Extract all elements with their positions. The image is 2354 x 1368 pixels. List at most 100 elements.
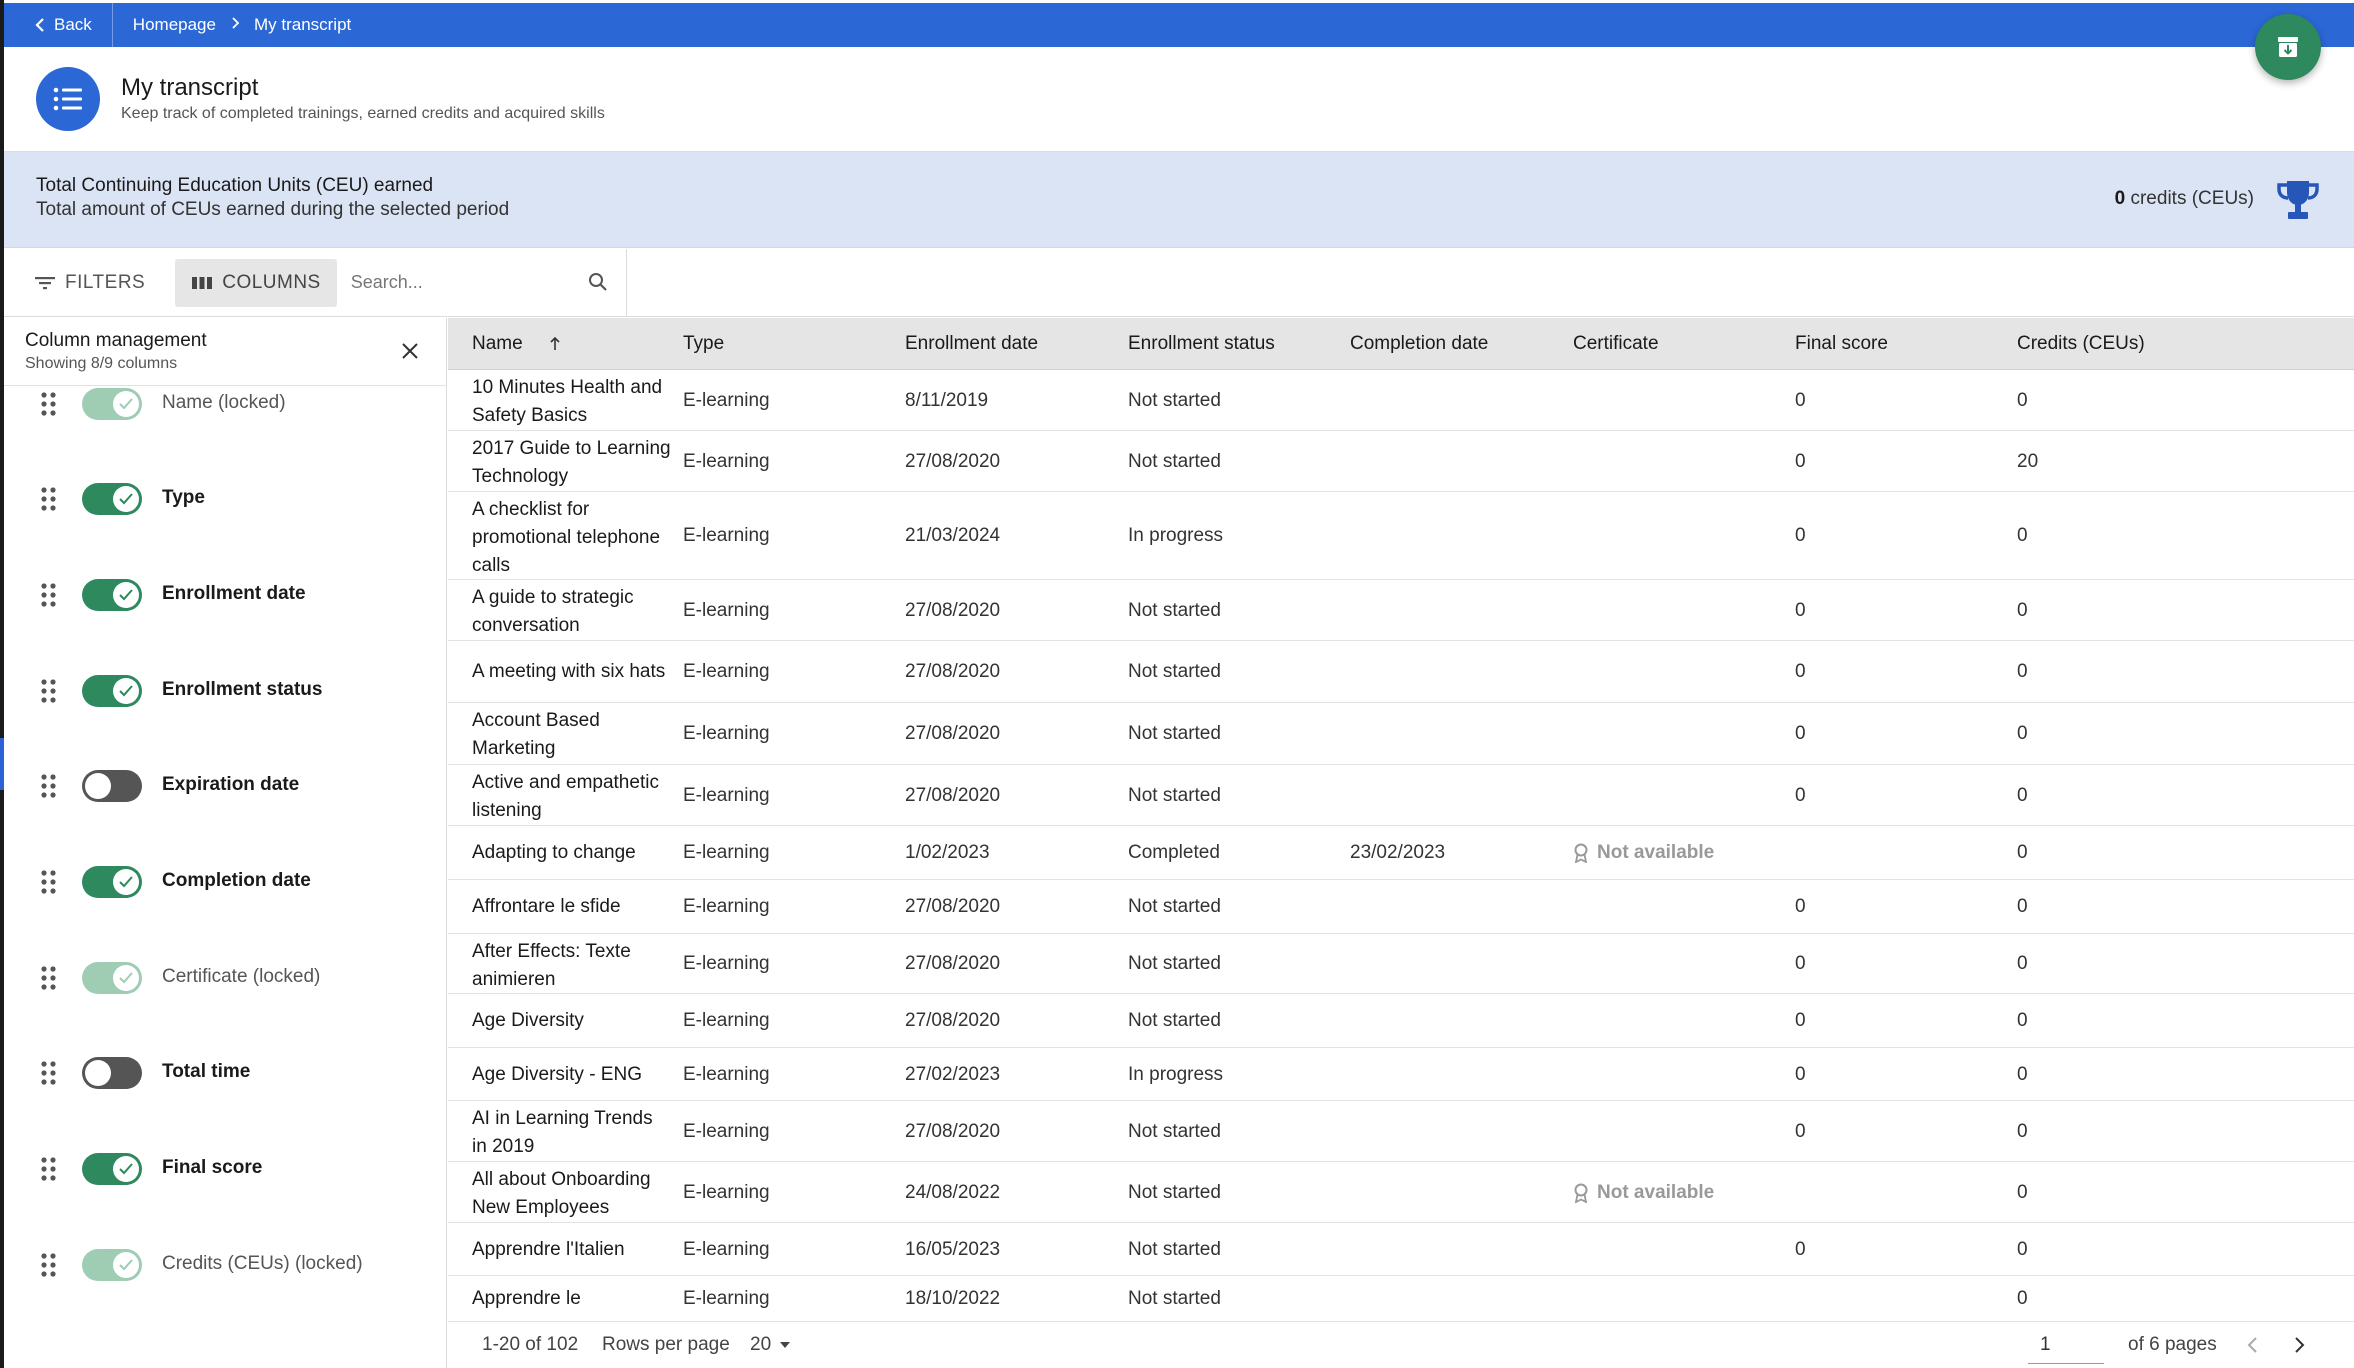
toggle-knob [113,486,139,512]
filters-button[interactable]: FILTERS [18,259,161,307]
table-row[interactable]: AI in Learning Trends in 2019 E-learning 2… [448,1101,2354,1162]
table-row[interactable]: Apprendre l'Italien E-learning 16/05/2023 N… [448,1223,2354,1276]
table-row[interactable]: A checklist for promotional telephone ca… [448,492,2354,580]
column-visibility-toggle[interactable] [82,1153,142,1185]
cell-enrollment-status: Not started [1128,1288,1221,1309]
cell-type: E-learning [683,1010,770,1031]
chevron-left-icon[interactable] [2240,1332,2266,1358]
drag-handle-icon[interactable] [40,1156,58,1182]
drag-handle-icon[interactable] [40,1252,58,1278]
table-row[interactable]: Account Based Marketing E-learning 27/08/2… [448,703,2354,765]
column-header-enrollment-status[interactable]: Enrollment status [1128,333,1275,355]
ceu-total-value: 0 [2114,188,2126,209]
cell-type: E-learning [683,661,770,682]
cell-type: E-learning [683,1064,770,1085]
page-header: My transcript Keep track of completed tr… [4,47,2354,152]
filters-label: FILTERS [65,271,146,293]
cell-final-score: 0 [1795,1121,1806,1142]
table-row[interactable]: Age Diversity - ENG E-learning 27/02/2023 I… [448,1048,2354,1101]
column-visibility-toggle[interactable] [82,579,142,611]
table-row[interactable]: A meeting with six hats E-learning 27/08/2… [448,641,2354,703]
archive-action-button[interactable] [2255,14,2321,80]
toggle-knob [113,391,139,417]
table-row[interactable]: Active and empathetic listening E-learnin… [448,765,2354,826]
cell-enrollment-date: 27/08/2020 [905,723,1001,744]
cell-name: Age Diversity [472,1010,584,1031]
column-toggle-label: Completion date [162,870,311,891]
cell-name: A checklist for promotional telephone ca… [472,499,661,576]
column-header-name[interactable]: Name [472,333,561,355]
column-visibility-toggle[interactable] [82,770,142,802]
search-input[interactable] [346,272,567,293]
cell-final-score: 0 [1795,525,1806,546]
table-row[interactable]: Apprendre le E-learning 18/10/2022 Not star… [448,1276,2354,1322]
cell-name: Account Based Marketing [472,710,600,759]
cell-type: E-learning [683,1182,770,1203]
cell-credits: 0 [2017,785,2028,806]
search-icon[interactable] [587,271,609,293]
cell-enrollment-status: Not started [1128,600,1221,621]
drag-handle-icon[interactable] [40,773,58,799]
table-row[interactable]: 2017 Guide to Learning Technology E-learn… [448,431,2354,492]
top-bar: Back Homepage My transcript [4,3,2354,47]
column-visibility-toggle[interactable] [82,866,142,898]
column-header-enrollment-date[interactable]: Enrollment date [905,333,1038,355]
cell-name: A meeting with six hats [472,661,666,682]
page-number-input[interactable] [2028,1326,2104,1364]
cell-final-score: 0 [1795,896,1806,917]
column-header-certificate[interactable]: Certificate [1573,333,1659,355]
cell-name: All about Onboarding New Employees [472,1169,651,1218]
cell-name: 2017 Guide to Learning Technology [472,438,671,487]
toggle-knob [113,965,139,991]
table-row[interactable]: All about Onboarding New Employees E-lear… [448,1162,2354,1223]
cell-credits: 0 [2017,525,2028,546]
drag-handle-icon[interactable] [40,678,58,704]
cell-name: Age Diversity - ENG [472,1064,642,1085]
table-row[interactable]: After Effects: Texte animieren E-learning… [448,934,2354,994]
cell-enrollment-status: Not started [1128,1010,1221,1031]
cell-final-score: 0 [1795,1064,1806,1085]
column-visibility-toggle[interactable] [82,1057,142,1089]
cell-enrollment-date: 21/03/2024 [905,525,1001,546]
cell-type: E-learning [683,525,770,546]
columns-button[interactable]: COLUMNS [175,258,337,307]
column-visibility-toggle[interactable] [82,483,142,515]
column-toggle-item: Enrollment date [4,563,447,627]
column-header-completion-date[interactable]: Completion date [1350,333,1488,355]
table-row[interactable]: Adapting to change E-learning 1/02/2023 Com… [448,826,2354,880]
breadcrumb-homepage[interactable]: Homepage [133,15,216,35]
breadcrumb: Homepage My transcript [113,15,351,35]
drag-handle-icon[interactable] [40,965,58,991]
back-button[interactable]: Back [4,3,113,47]
cell-enrollment-date: 18/10/2022 [905,1288,1001,1309]
ceu-title: Total Continuing Education Units (CEU) e… [36,175,434,196]
toggle-knob [113,1156,139,1182]
cell-enrollment-status: Completed [1128,842,1220,863]
table-row[interactable]: Affrontare le sfide E-learning 27/08/2020 N… [448,880,2354,934]
drag-handle-icon[interactable] [40,486,58,512]
cell-enrollment-status: Not started [1128,451,1221,472]
cell-type: E-learning [683,953,770,974]
drag-handle-icon[interactable] [40,869,58,895]
cell-enrollment-status: Not started [1128,390,1221,411]
close-icon[interactable] [399,340,421,362]
table-row[interactable]: 10 Minutes Health and Safety Basics E-lea… [448,370,2354,431]
cell-credits: 0 [2017,390,2028,411]
chevron-right-icon[interactable] [2286,1332,2312,1358]
rows-per-page-select[interactable]: 20 [750,1330,802,1360]
filter-icon [35,276,55,289]
column-header-type[interactable]: Type [683,333,724,355]
sort-ascending-icon[interactable] [549,336,561,351]
column-toggle-item: Expiration date [4,754,447,818]
table-row[interactable]: A guide to strategic conversation E-learn… [448,580,2354,641]
drag-handle-icon[interactable] [40,582,58,608]
drag-handle-icon[interactable] [40,391,58,417]
column-visibility-toggle[interactable] [82,675,142,707]
column-header-credits[interactable]: Credits (CEUs) [2017,333,2145,355]
column-toggle-item: Final score [4,1137,447,1201]
column-header-final-score[interactable]: Final score [1795,333,1888,355]
table-row[interactable]: Age Diversity E-learning 27/08/2020 Not sta… [448,994,2354,1048]
column-toggle-item: Type [4,467,447,531]
cell-enrollment-status: Not started [1128,896,1221,917]
drag-handle-icon[interactable] [40,1060,58,1086]
